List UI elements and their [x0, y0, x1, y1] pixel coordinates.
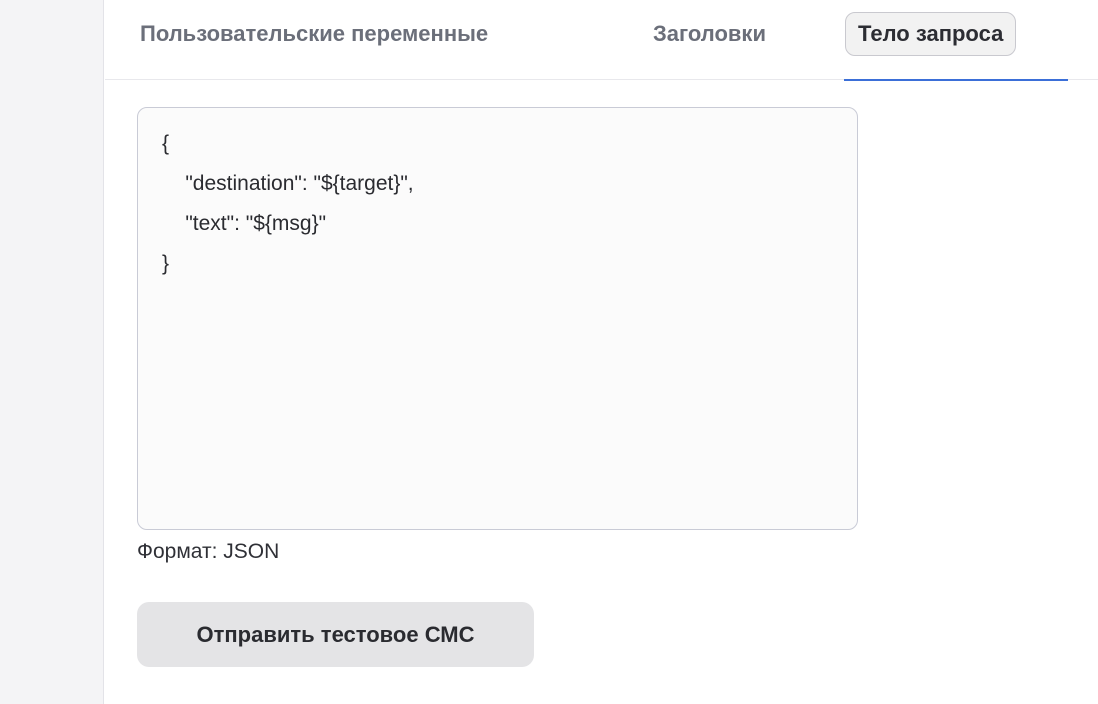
active-tab-indicator — [844, 79, 1068, 81]
tabs-bar: Пользовательские переменные Заголовки Те… — [105, 0, 1098, 80]
settings-page: Пользовательские переменные Заголовки Те… — [0, 0, 1098, 704]
tab-custom-variables[interactable]: Пользовательские переменные — [140, 12, 488, 56]
request-body-editor[interactable]: { "destination": "${target}", "text": "$… — [137, 107, 858, 530]
tab-headers[interactable]: Заголовки — [653, 12, 766, 56]
tab-request-body[interactable]: Тело запроса — [845, 12, 1017, 56]
left-sidebar-gutter — [0, 0, 104, 704]
main-content: Пользовательские переменные Заголовки Те… — [105, 0, 1098, 704]
send-test-sms-button[interactable]: Отправить тестовое СМС — [137, 602, 534, 667]
format-hint: Формат: JSON — [137, 540, 280, 563]
